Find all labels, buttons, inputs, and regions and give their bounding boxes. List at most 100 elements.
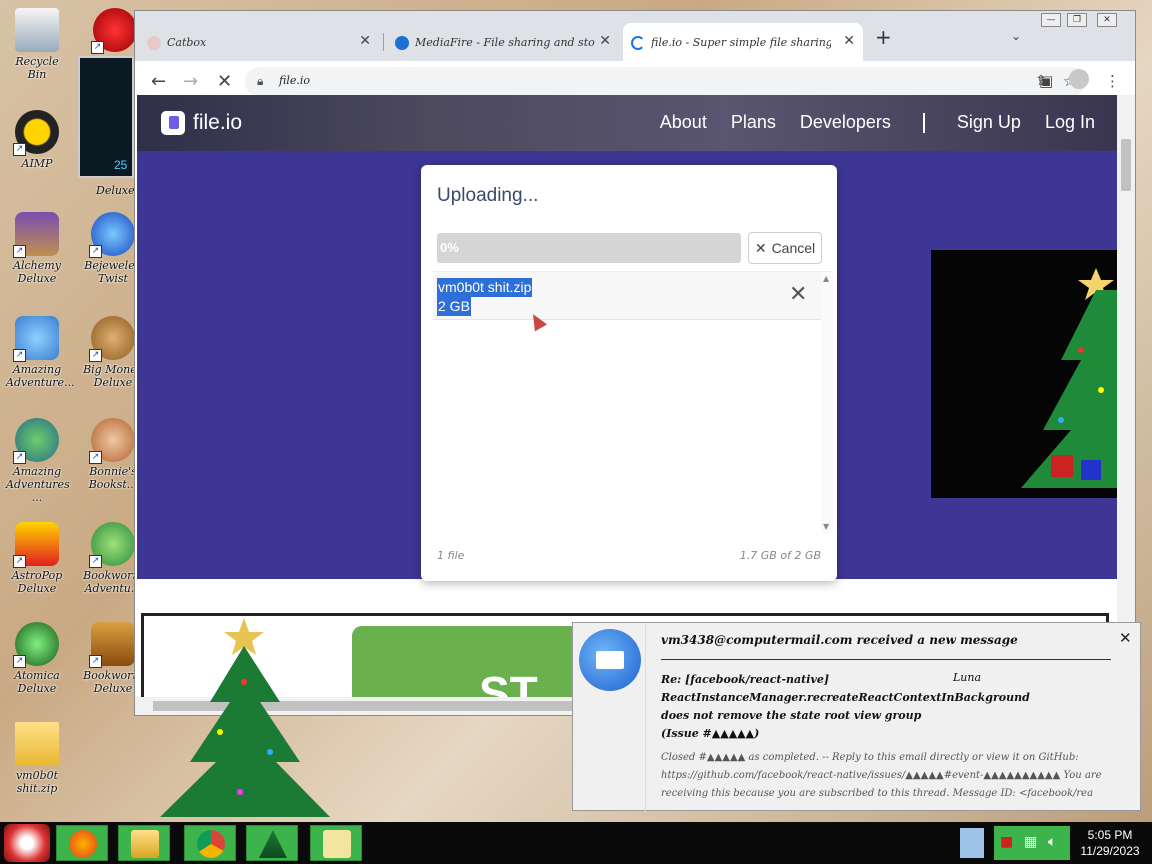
close-tab-icon[interactable]: ✕ <box>359 33 371 49</box>
taskbar-file-explorer[interactable] <box>118 825 170 861</box>
upload-title: Uploading... <box>437 185 539 206</box>
nav-log-in[interactable]: Log In <box>1045 112 1095 133</box>
nav-sign-up[interactable]: Sign Up <box>957 112 1021 133</box>
scroll-down-icon[interactable]: ▼ <box>823 522 829 531</box>
scrollbar-thumb[interactable] <box>1121 139 1131 191</box>
wizard-icon: ↗ <box>13 212 59 258</box>
close-tab-icon[interactable]: ✕ <box>843 33 855 49</box>
network-icon[interactable]: ▦ <box>1024 834 1037 850</box>
site-logo[interactable]: file.io <box>161 111 242 135</box>
mediafire-favicon-icon <box>395 36 409 50</box>
system-clock[interactable]: 5:05 PM 11/29/2023 <box>1072 827 1148 859</box>
shortcut-arrow-icon: ↗ <box>89 655 102 668</box>
taskbar-christmas-tree[interactable] <box>246 825 298 861</box>
desktop-icon-zip-file[interactable]: vm0b0t shit.zip <box>6 722 68 795</box>
crystal-icon: ↗ <box>13 316 59 362</box>
system-tray[interactable]: ■ ▦ 🔈︎ <box>994 826 1070 860</box>
browser-window[interactable]: Catbox ✕ MediaFire - File sharing and st… <box>134 10 1136 716</box>
book-icon: ↗ <box>89 622 135 668</box>
desktop-icon-label: Amazing Adventures ... <box>6 465 70 504</box>
tab-title: MediaFire - File sharing and storage mad… <box>415 35 595 49</box>
catbox-favicon-icon <box>147 36 161 50</box>
desktop-icon-aimp[interactable]: ↗ AIMP <box>6 110 68 170</box>
forward-arrow-icon[interactable]: → <box>183 71 198 92</box>
tree-icon <box>259 830 287 858</box>
widget-number: 25 <box>114 158 128 172</box>
close-tab-icon[interactable]: ✕ <box>599 33 611 49</box>
desktop-icon-astropop[interactable]: ↗ AstroPop Deluxe <box>6 522 68 595</box>
shortcut-arrow-icon: ↗ <box>13 349 26 362</box>
recycle-bin-icon <box>15 8 59 52</box>
upload-modal: Uploading... 0% ✕ Cancel vm0b0t shit.zip… <box>421 165 837 581</box>
security-icon[interactable]: ■ <box>1000 834 1013 850</box>
side-panel-icon[interactable]: ▣ <box>1039 72 1053 90</box>
site-header: file.io About Plans Developers Sign Up L… <box>137 95 1117 151</box>
file-list-scrollbar[interactable]: ▲ ▼ <box>821 272 833 534</box>
nav-about[interactable]: About <box>660 112 707 133</box>
list-item: vm0b0t shit.zip 2 GB ✕ <box>433 272 821 320</box>
desktop-icon-label: AIMP <box>21 157 53 170</box>
tray-overflow[interactable] <box>960 828 984 858</box>
divider <box>645 623 646 812</box>
file-size: 2 GB <box>437 297 471 316</box>
profile-avatar-icon[interactable] <box>1069 69 1089 89</box>
new-tab-icon[interactable]: + <box>875 25 892 49</box>
back-arrow-icon[interactable]: ← <box>151 71 166 92</box>
volume-icon[interactable]: 🔈︎ <box>1048 834 1056 850</box>
shortcut-arrow-icon: ↗ <box>91 41 104 54</box>
close-window-icon[interactable]: ✕ <box>1097 13 1117 27</box>
shortcut-arrow-icon: ↗ <box>13 555 26 568</box>
address-bar[interactable]: 🔒︎ file.io ⇪ ☆ <box>245 67 1085 97</box>
cancel-button[interactable]: ✕ Cancel <box>748 232 822 264</box>
desktop-icon-recycle-bin[interactable]: Recycle Bin <box>6 8 68 81</box>
chevron-down-icon[interactable]: ⌄ <box>1011 29 1021 43</box>
shortcut-arrow-icon: ↗ <box>13 143 26 156</box>
desktop-icon-alchemy[interactable]: ↗ Alchemy Deluxe <box>6 212 68 285</box>
desktop-widget[interactable]: 25 <box>78 56 134 178</box>
divider <box>661 659 1111 660</box>
desktop-icon-amazing-adventures[interactable]: ↗ Amazing Adventures ... <box>6 418 70 504</box>
desktop-icon-label: AstroPop Deluxe <box>11 569 63 595</box>
logo-text: file.io <box>193 111 243 134</box>
hero-section: file.io About Plans Developers Sign Up L… <box>137 95 1117 581</box>
shortcut-arrow-icon: ↗ <box>13 451 26 464</box>
character-icon: ↗ <box>89 418 135 464</box>
shortcut-arrow-icon: ↗ <box>89 555 102 568</box>
desktop-icon-label: Amazing Adventure... <box>6 363 75 389</box>
tab-catbox[interactable]: Catbox ✕ <box>139 23 379 61</box>
desktop-icon-atomica[interactable]: ↗ Atomica Deluxe <box>6 622 68 695</box>
taskbar-app[interactable] <box>310 825 362 861</box>
page-scrollbar[interactable] <box>1117 95 1135 705</box>
tab-mediafire[interactable]: MediaFire - File sharing and storage mad… <box>387 23 619 61</box>
minimize-icon[interactable]: — <box>1041 13 1061 27</box>
christmas-tree-decoration <box>160 618 330 817</box>
upload-size-progress: 1.7 GB of 2 GB <box>739 549 821 562</box>
email-notification[interactable]: ✕ vm3438@computermail.com received a new… <box>572 622 1141 812</box>
email-subject: Re: [facebook/react-native] ReactInstanc… <box>661 673 1030 740</box>
zip-folder-icon <box>15 722 59 766</box>
tab-fileio[interactable]: file.io - Super simple file sharing ✕ <box>623 23 863 61</box>
email-sender: Luna <box>953 671 982 684</box>
stop-loading-icon[interactable]: ✕ <box>217 71 232 92</box>
file-count: 1 file <box>437 549 465 562</box>
maximize-icon[interactable]: ❐ <box>1067 13 1087 27</box>
desktop-icon-amazing-adventure[interactable]: ↗ Amazing Adventure... <box>6 316 75 389</box>
tab-title: Catbox <box>167 35 207 49</box>
cancel-label: Cancel <box>771 240 816 256</box>
desktop-icon-label: Alchemy Deluxe <box>13 259 61 285</box>
shortcut-arrow-icon: ↗ <box>13 655 26 668</box>
desktop-icon-label: Recycle Bin <box>15 55 59 81</box>
radiation-icon: ↗ <box>13 622 59 668</box>
menu-kebab-icon[interactable]: ⋮ <box>1105 72 1120 90</box>
start-button-santa-icon[interactable] <box>4 824 50 862</box>
nav-developers[interactable]: Developers <box>800 112 891 133</box>
fileio-logo-icon <box>161 111 185 135</box>
shortcut-arrow-icon: ↗ <box>89 245 102 258</box>
taskbar-chrome[interactable] <box>184 825 236 861</box>
close-notification-icon[interactable]: ✕ <box>1119 629 1132 647</box>
remove-file-icon[interactable]: ✕ <box>789 284 807 306</box>
nav-plans[interactable]: Plans <box>731 112 776 133</box>
scroll-up-icon[interactable]: ▲ <box>823 274 829 283</box>
firefox-icon <box>69 830 97 858</box>
taskbar-firefox[interactable] <box>56 825 108 861</box>
